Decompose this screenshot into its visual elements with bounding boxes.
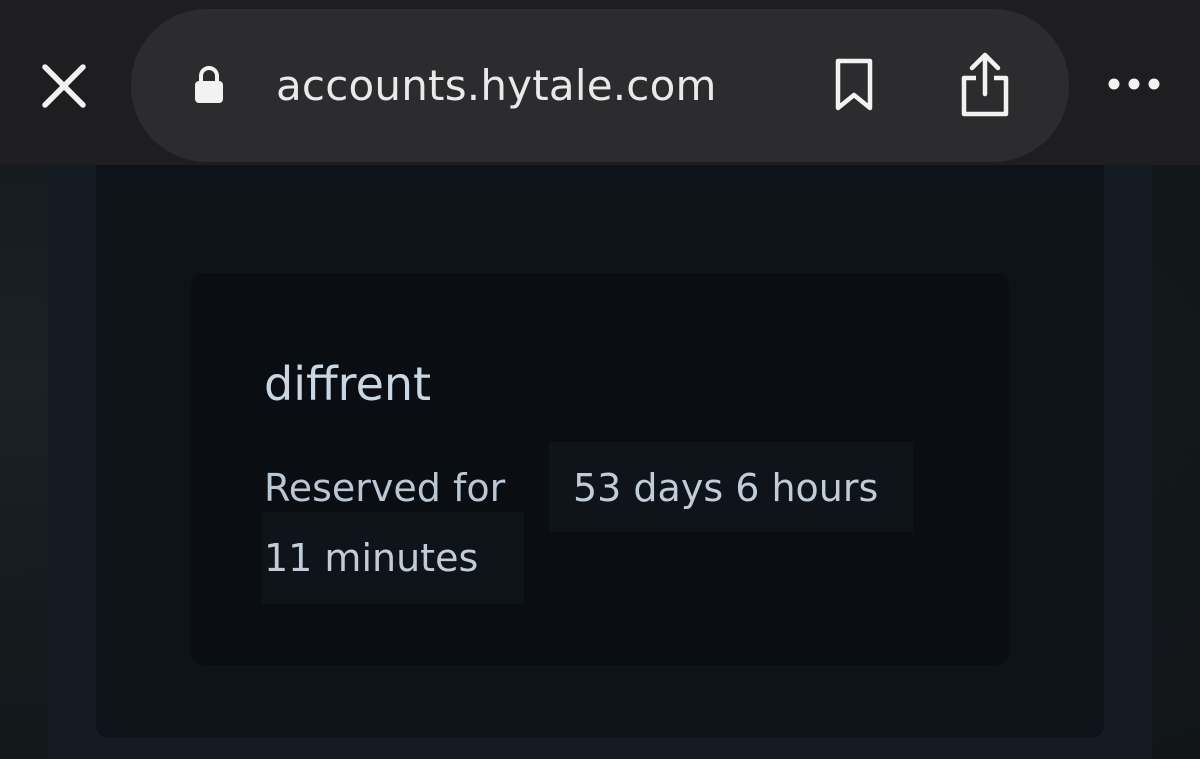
lock-icon <box>193 66 225 104</box>
share-button[interactable] <box>956 50 1014 120</box>
page: diffrent Reserved for 53 days 6 hours 11… <box>0 0 1200 759</box>
bookmark-button[interactable] <box>832 57 876 113</box>
close-button[interactable] <box>40 62 88 110</box>
more-icon <box>1108 78 1160 90</box>
bookmark-icon <box>835 58 873 111</box>
share-icon <box>961 52 1009 117</box>
url-text[interactable]: accounts.hytale.com <box>276 58 717 114</box>
username: diffrent <box>264 357 432 411</box>
browser-toolbar: accounts.hytale.com <box>0 0 1200 165</box>
reserved-duration-days-hours: 53 days 6 hours <box>549 442 913 532</box>
reserved-label: Reserved for <box>264 466 506 510</box>
close-icon <box>42 64 86 108</box>
more-button[interactable] <box>1106 74 1162 94</box>
reserved-duration-minutes: 11 minutes <box>262 512 524 604</box>
